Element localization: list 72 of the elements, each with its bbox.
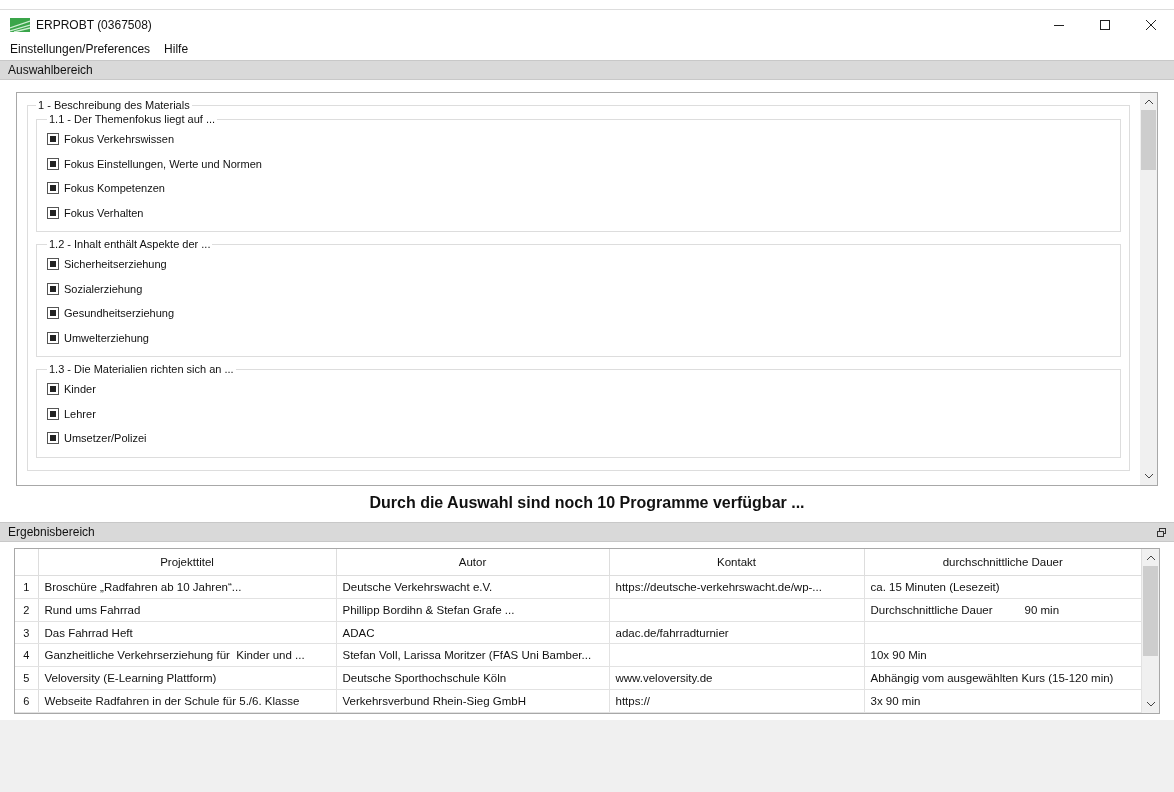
table-cell: adac.de/fahrradturnier	[609, 621, 864, 644]
table-cell: Abhängig vom ausgewählten Kurs (15-120 min)	[864, 666, 1142, 690]
column-header[interactable]: durchschnittliche Dauer	[864, 549, 1142, 576]
checkbox[interactable]	[47, 206, 59, 219]
checkbox[interactable]	[47, 432, 59, 445]
checkbox[interactable]	[47, 157, 59, 170]
checkbox-label[interactable]: Umsetzer/Polizei	[47, 426, 1112, 451]
row-number: 1	[15, 575, 38, 599]
column-header[interactable]: Projekttitel	[38, 549, 336, 576]
checkbox-label[interactable]: Sozialerziehung	[47, 276, 1112, 301]
app-logo-icon	[10, 18, 30, 32]
table-cell: Veloversity (E-Learning Plattform)	[38, 666, 336, 690]
checkbox-label[interactable]: Sicherheitserziehung	[47, 252, 1112, 277]
section-title: Ergebnisbereich	[8, 525, 95, 539]
window-title: ERPROBT (0367508)	[36, 18, 152, 32]
row-number: 5	[15, 666, 38, 690]
table-cell: Broschüre „Radfahren ab 10 Jahren“...	[38, 575, 336, 599]
checkbox-label[interactable]: Fokus Verhalten	[47, 200, 1112, 225]
checkbox-label[interactable]: Fokus Kompetenzen	[47, 176, 1112, 201]
row-number: 6	[15, 689, 38, 713]
table-cell: Verkehrsverbund Rhein-Sieg GmbH	[336, 689, 609, 713]
table-cell: Phillipp Bordihn & Stefan Grafe ...	[336, 598, 609, 622]
scrollbar[interactable]	[1142, 549, 1159, 713]
group-title: 1 - Beschreibung des Materials	[37, 99, 191, 111]
table-cell: Das Fahrrad Heft	[38, 621, 336, 644]
minimize-icon	[1054, 24, 1064, 26]
checkbox-label[interactable]: Gesundheitserziehung	[47, 301, 1112, 326]
table-cell: https://deutsche-verkehrswacht.de/wp-...	[609, 575, 864, 599]
scroll-thumb[interactable]	[1141, 110, 1156, 170]
table-cell: https://	[609, 689, 864, 713]
table-cell: 10x 90 Min	[864, 644, 1142, 667]
restore-icon[interactable]	[1157, 527, 1166, 537]
checkbox[interactable]	[47, 133, 59, 146]
table-cell: ADAC	[336, 621, 609, 644]
maximize-icon	[1100, 20, 1110, 30]
checkbox-label[interactable]: Kinder	[47, 377, 1112, 402]
table-cell: www.veloversity.de	[609, 666, 864, 690]
checkbox-label[interactable]: Lehrer	[47, 401, 1112, 426]
table-cell: Stefan Voll, Larissa Moritzer (FfAS Uni Bamber...	[336, 644, 609, 667]
table-cell: 3x 90 min	[864, 689, 1142, 713]
status-message: Durch die Auswahl sind noch 10 Programme verfügbar ...	[369, 494, 805, 511]
menu-item[interactable]: Einstellungen/Preferences	[10, 42, 151, 56]
column-header[interactable]: Kontakt	[609, 549, 864, 576]
table-cell: Webseite Radfahren in der Schule für 5./6. Klasse	[38, 689, 336, 713]
checkbox[interactable]	[47, 307, 59, 320]
checkbox[interactable]	[47, 407, 59, 420]
row-number: 2	[15, 598, 38, 622]
checkbox[interactable]	[47, 383, 59, 396]
checkbox-label[interactable]: Fokus Verkehrswissen	[47, 127, 1112, 152]
table-cell: ca. 15 Minuten (Lesezeit)	[864, 575, 1142, 599]
checkbox[interactable]	[47, 331, 59, 344]
row-number: 3	[15, 621, 38, 644]
table-cell: Durchschnittliche Dauer 90 min	[864, 598, 1142, 622]
menu-item[interactable]: Hilfe	[164, 42, 189, 56]
table-cell: Deutsche Sporthochschule Köln	[336, 666, 609, 690]
checkbox-label[interactable]: Umwelterziehung	[47, 325, 1112, 350]
checkbox[interactable]	[47, 182, 59, 195]
group-title: 1.2 - Inhalt enthält Aspekte der ...	[48, 238, 212, 250]
group-title: 1.3 - Die Materialien richten sich an ...	[48, 363, 235, 375]
column-header[interactable]: Autor	[336, 549, 609, 576]
checkbox-label[interactable]: Fokus Einstellungen, Werte und Normen	[47, 151, 1112, 176]
table-cell: Ganzheitliche Verkehrserziehung für Kinder und ...	[38, 644, 336, 667]
section-title: Auswahlbereich	[8, 63, 93, 77]
row-number: 4	[15, 644, 38, 667]
close-icon	[1146, 20, 1156, 30]
scroll-thumb[interactable]	[1143, 566, 1158, 656]
scrollbar[interactable]	[1140, 93, 1157, 485]
table-cell: Rund ums Fahrrad	[38, 598, 336, 622]
checkbox[interactable]	[47, 282, 59, 295]
checkbox[interactable]	[47, 258, 59, 271]
table-cell: Deutsche Verkehrswacht e.V.	[336, 575, 609, 599]
group-title: 1.1 - Der Themenfokus liegt auf ...	[48, 113, 217, 125]
